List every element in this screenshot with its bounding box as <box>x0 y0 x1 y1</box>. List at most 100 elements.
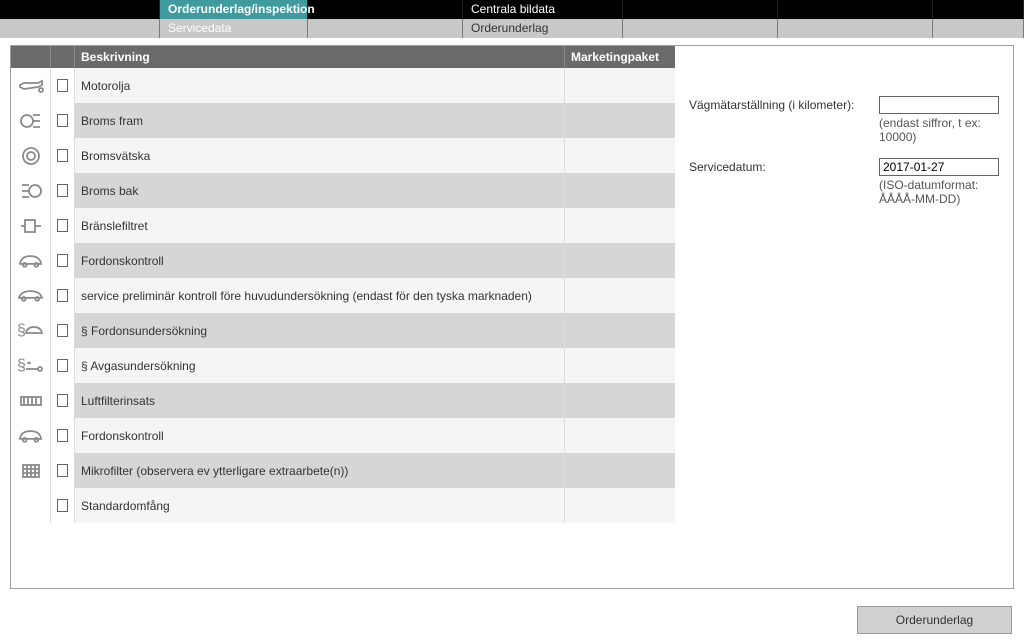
car-check-icon <box>11 243 51 278</box>
tab-orderunderlag-inspektion[interactable]: Orderunderlag/inspektion <box>160 0 308 19</box>
row-marketingpaket <box>565 488 675 523</box>
th-icon <box>11 46 51 68</box>
row-description: Bromsvätska <box>75 138 565 173</box>
row-checkbox[interactable] <box>51 208 75 243</box>
servicedate-help: (ISO-datumformat: ÅÅÅÅ-MM-DD) <box>879 178 999 206</box>
th-checkbox <box>51 46 75 68</box>
table-row: service preliminär kontroll före huvudun… <box>11 278 675 313</box>
row-marketingpaket <box>565 68 675 103</box>
row-description: Fordonskontroll <box>75 243 565 278</box>
checkbox-icon <box>57 114 68 127</box>
menubar-row-2: Servicedata Orderunderlag <box>0 19 1024 38</box>
checkbox-icon <box>57 289 68 302</box>
row-checkbox[interactable] <box>51 383 75 418</box>
row-description: Fordonskontroll <box>75 418 565 453</box>
orderunderlag-button[interactable]: Orderunderlag <box>857 606 1012 634</box>
menubar-r1-spacer-left <box>0 0 160 19</box>
row-description: Broms bak <box>75 173 565 208</box>
menubar-r1-spacer-mid3 <box>778 0 933 19</box>
menubar-r1-spacer-mid1 <box>308 0 463 19</box>
table-row: Fordonskontroll <box>11 243 675 278</box>
brake-front-icon <box>11 103 51 138</box>
row-checkbox[interactable] <box>51 68 75 103</box>
brake-rear-icon <box>11 173 51 208</box>
row-description: Standardomfång <box>75 488 565 523</box>
servicedate-input[interactable] <box>879 158 999 176</box>
checkbox-icon <box>57 324 68 337</box>
service-form: Vägmätarställning (i kilometer): (endast… <box>675 46 1013 588</box>
row-checkbox[interactable] <box>51 453 75 488</box>
row-description: Mikrofilter (observera ev ytterligare ex… <box>75 453 565 488</box>
checkbox-icon <box>57 429 68 442</box>
row-checkbox[interactable] <box>51 313 75 348</box>
tab-servicedata[interactable]: Servicedata <box>160 19 308 38</box>
menubar-row-1: Orderunderlag/inspektion Centrala bildat… <box>0 0 1024 19</box>
row-marketingpaket <box>565 138 675 173</box>
table-row: Motorolja <box>11 68 675 103</box>
air-filter-icon <box>11 383 51 418</box>
menubar-r1-spacer-right <box>933 0 1024 19</box>
row-checkbox[interactable] <box>51 173 75 208</box>
row-description: Luftfilterinsats <box>75 383 565 418</box>
fuel-filter-icon <box>11 208 51 243</box>
checkbox-icon <box>57 219 68 232</box>
row-marketingpaket <box>565 348 675 383</box>
row-checkbox[interactable] <box>51 278 75 313</box>
mileage-input[interactable] <box>879 96 999 114</box>
row-description: Motorolja <box>75 68 565 103</box>
car-check-icon <box>11 418 51 453</box>
row-checkbox[interactable] <box>51 488 75 523</box>
checkbox-icon <box>57 149 68 162</box>
oil-can-icon <box>11 68 51 103</box>
mileage-label: Vägmätarställning (i kilometer): <box>689 98 879 112</box>
row-checkbox[interactable] <box>51 103 75 138</box>
table-row: Bromsvätska <box>11 138 675 173</box>
table-row: Luftfilterinsats <box>11 383 675 418</box>
row-marketingpaket <box>565 173 675 208</box>
service-items-table: Beskrivning Marketingpaket MotoroljaBrom… <box>11 46 675 588</box>
paragraph-exhaust-icon: § <box>11 348 51 383</box>
row-checkbox[interactable] <box>51 243 75 278</box>
row-description: Bränslefiltret <box>75 208 565 243</box>
tab-orderunderlag[interactable]: Orderunderlag <box>463 19 623 38</box>
tab-centrala-bildata[interactable]: Centrala bildata <box>463 0 623 19</box>
checkbox-icon <box>57 499 68 512</box>
row-checkbox[interactable] <box>51 348 75 383</box>
th-marketingpaket: Marketingpaket <box>565 46 675 68</box>
row-description: § Fordonsundersökning <box>75 313 565 348</box>
row-marketingpaket <box>565 208 675 243</box>
microfilter-icon <box>11 453 51 488</box>
menubar-r2-spacer-mid2 <box>623 19 778 38</box>
row-marketingpaket <box>565 243 675 278</box>
row-description: § Avgasundersökning <box>75 348 565 383</box>
paragraph-car-icon: § <box>11 313 51 348</box>
menubar-r2-spacer-right <box>933 19 1024 38</box>
checkbox-icon <box>57 394 68 407</box>
table-row: § § Avgasundersökning <box>11 348 675 383</box>
menubar-r2-spacer-mid3 <box>778 19 933 38</box>
row-marketingpaket <box>565 103 675 138</box>
table-row: Bränslefiltret <box>11 208 675 243</box>
menubar-r2-spacer-mid1 <box>308 19 463 38</box>
checkbox-icon <box>57 254 68 267</box>
servicedate-label: Servicedatum: <box>689 160 879 174</box>
row-marketingpaket <box>565 453 675 488</box>
mileage-help: (endast siffror, t ex: 10000) <box>879 116 999 144</box>
table-header: Beskrivning Marketingpaket <box>11 46 675 68</box>
row-description: Broms fram <box>75 103 565 138</box>
row-description: service preliminär kontroll före huvudun… <box>75 278 565 313</box>
row-marketingpaket <box>565 278 675 313</box>
table-row: Mikrofilter (observera ev ytterligare ex… <box>11 453 675 488</box>
empty-icon <box>11 488 51 523</box>
th-description: Beskrivning <box>75 46 565 68</box>
checkbox-icon <box>57 79 68 92</box>
row-checkbox[interactable] <box>51 418 75 453</box>
brake-disc-icon <box>11 138 51 173</box>
checkbox-icon <box>57 184 68 197</box>
main-panel: Beskrivning Marketingpaket MotoroljaBrom… <box>10 45 1014 589</box>
table-row: Broms bak <box>11 173 675 208</box>
table-row: Standardomfång <box>11 488 675 523</box>
car-outline-icon <box>11 278 51 313</box>
row-checkbox[interactable] <box>51 138 75 173</box>
table-row: Fordonskontroll <box>11 418 675 453</box>
